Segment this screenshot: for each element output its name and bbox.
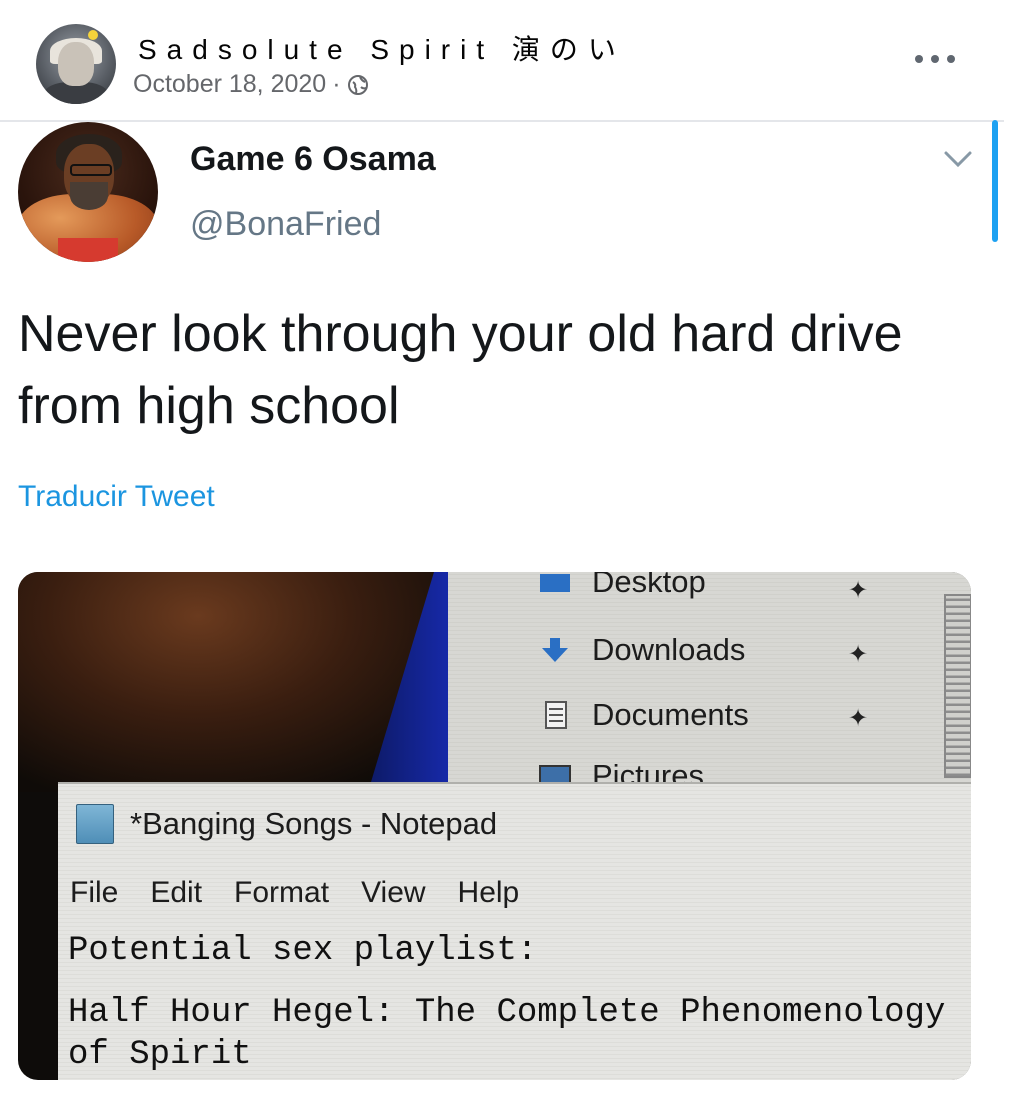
author-avatar[interactable]	[36, 24, 116, 104]
avatar-face	[58, 42, 94, 86]
chevron-down-icon[interactable]	[943, 148, 973, 170]
notepad-title: *Banging Songs - Notepad	[130, 806, 498, 841]
more-options-icon[interactable]	[915, 44, 955, 74]
post-header: Sadsolute Spirit 演のい October 18, 2020 ·	[0, 0, 1004, 122]
notepad-text-line: of Spirit	[68, 1036, 252, 1074]
pin-icon: ✦	[848, 577, 869, 604]
notepad-icon	[76, 804, 114, 844]
quick-access-desktop: Desktop	[538, 572, 706, 600]
avatar-glasses	[70, 164, 112, 176]
menu-format: Format	[234, 876, 330, 909]
notepad-text-line: Potential sex playlist:	[68, 932, 538, 970]
explorer-scrollbar	[944, 594, 971, 778]
tweet-photo[interactable]: Desktop ✦ Downloads ✦ Documents ✦ Pictur…	[18, 572, 971, 1080]
tweet-author-avatar[interactable]	[18, 122, 158, 262]
desktop-folder-icon	[540, 574, 570, 592]
avatar-beard	[70, 182, 108, 210]
translate-tweet-link[interactable]: Traducir Tweet	[18, 480, 215, 514]
pin-icon: ✦	[848, 705, 869, 732]
meta-separator: ·	[332, 70, 341, 98]
menu-help: Help	[457, 876, 520, 909]
menu-edit: Edit	[150, 876, 203, 909]
file-explorer-quick-access: Desktop ✦ Downloads ✦ Documents ✦ Pictur…	[448, 572, 971, 793]
notepad-menu-bar: File Edit Format View Help	[70, 876, 551, 910]
avatar-shirt	[58, 238, 118, 262]
avatar-sparkle	[88, 30, 98, 40]
quick-access-documents: Documents	[538, 697, 749, 733]
scroll-indicator[interactable]	[992, 120, 998, 242]
notepad-window: *Banging Songs - Notepad File Edit Forma…	[58, 782, 971, 1080]
menu-file: File	[70, 876, 119, 909]
post-meta: October 18, 2020 ·	[133, 70, 369, 99]
download-arrow-icon	[542, 638, 568, 662]
tweet-text: Never look through your old hard drive f…	[18, 305, 903, 435]
documents-icon	[545, 701, 567, 729]
notepad-title-bar: *Banging Songs - Notepad	[76, 804, 497, 844]
post-date[interactable]: October 18, 2020	[133, 70, 326, 99]
menu-view: View	[361, 876, 426, 909]
tweet-handle[interactable]: @BonaFried	[190, 205, 381, 244]
notepad-text-line: Half Hour Hegel: The Complete Phenomenol…	[68, 994, 946, 1032]
facebook-post-card: Sadsolute Spirit 演のい October 18, 2020 · …	[0, 0, 1004, 1098]
quick-access-downloads: Downloads	[538, 632, 745, 668]
pin-icon: ✦	[848, 641, 869, 668]
author-name[interactable]: Sadsolute Spirit 演のい	[138, 28, 626, 68]
globe-icon	[347, 74, 368, 95]
tweet-display-name[interactable]: Game 6 Osama	[190, 140, 436, 179]
